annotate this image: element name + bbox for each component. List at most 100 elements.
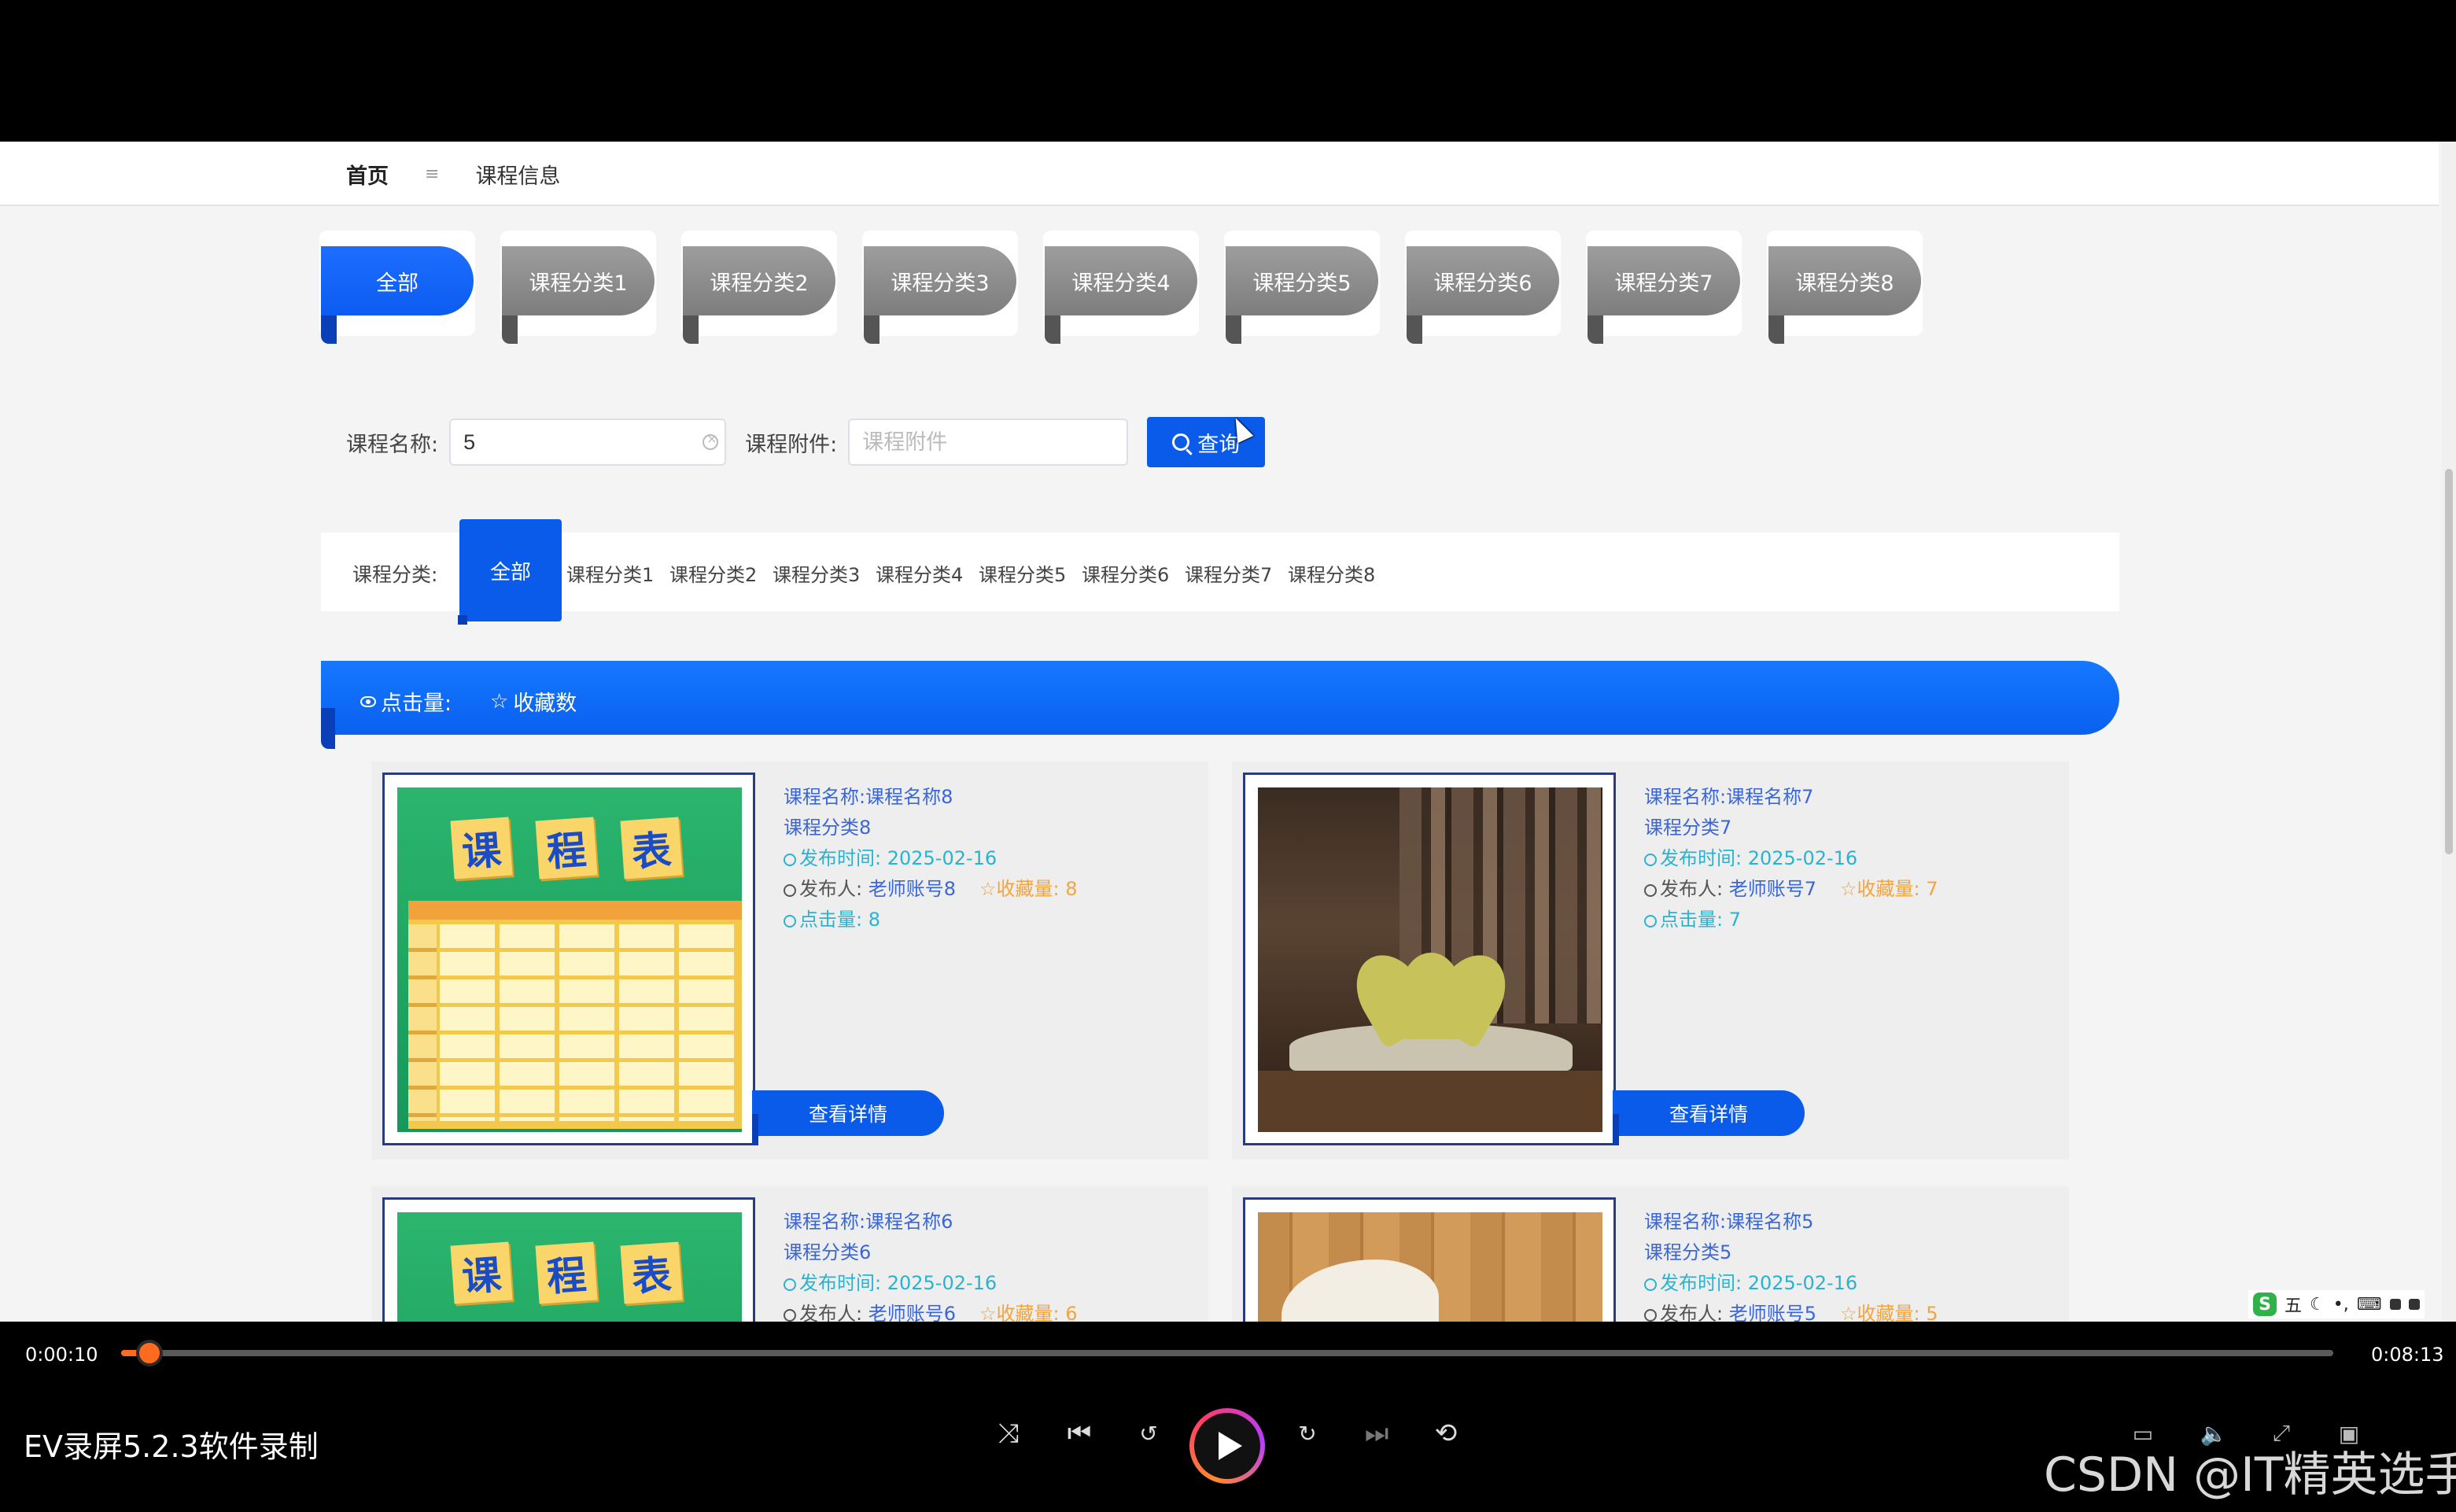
filter-label: 课程分类: <box>352 563 438 586</box>
grid-icon[interactable] <box>2408 1299 2420 1310</box>
filter-item-6[interactable]: 课程分类6 <box>1082 559 1177 587</box>
tab-label[interactable]: 课程分类6 <box>1407 246 1559 315</box>
poster-label: 发布人: <box>799 878 863 900</box>
category-tab-2[interactable]: 课程分类2 <box>681 230 837 344</box>
course-thumbnail[interactable] <box>1243 1197 1616 1322</box>
user-icon[interactable] <box>2389 1299 2401 1310</box>
progress-knob[interactable] <box>135 1340 163 1366</box>
search-row: 课程名称: 课程附件: 查询 <box>346 417 1266 467</box>
sort-by-favorites[interactable]: ☆ 收藏数 <box>490 686 577 717</box>
schedule-image: 课 程 表 <box>397 787 742 1132</box>
repeat-icon[interactable]: ⟲ <box>1429 1416 1463 1451</box>
course-category: 课程分类6 <box>784 1241 872 1263</box>
poster-name: 老师账号5 <box>1728 1303 1817 1322</box>
tab-label[interactable]: 课程分类8 <box>1768 246 1921 315</box>
category-tab-3[interactable]: 课程分类3 <box>862 230 1018 344</box>
tab-label[interactable]: 全部 <box>321 246 474 315</box>
course-thumbnail[interactable]: 课 程 表 <box>382 1197 755 1322</box>
page-scrollbar[interactable] <box>2442 142 2456 1322</box>
tab-label[interactable]: 课程分类7 <box>1588 246 1740 315</box>
course-name-field[interactable] <box>449 419 727 466</box>
scrollbar-thumb[interactable] <box>2445 469 2453 854</box>
tab-label[interactable]: 课程分类3 <box>864 246 1016 315</box>
rewind-10-icon[interactable]: ↺ <box>1131 1416 1166 1451</box>
tab-label[interactable]: 课程分类4 <box>1045 246 1197 315</box>
shuffle-icon[interactable]: ⤨ <box>991 1416 1026 1451</box>
course-category: 课程分类5 <box>1644 1241 1732 1263</box>
play-button-inner <box>1194 1413 1260 1479</box>
total-time: 0:08:13 <box>2371 1344 2444 1366</box>
keyboard-icon[interactable]: ⌨ <box>2357 1295 2382 1315</box>
category-tab-1[interactable]: 课程分类1 <box>500 230 656 344</box>
play-button[interactable] <box>1189 1408 1265 1484</box>
filter-item-1[interactable]: 课程分类1 <box>566 559 662 587</box>
category-tabs: 全部 课程分类1 课程分类2 课程分类3 课程分类4 课程分类5 课程分类6 课… <box>319 230 1923 344</box>
course-name[interactable]: 课程名称:课程名称7 <box>1644 782 1938 813</box>
breadcrumb: 首页 ≡ 课程信息 <box>346 159 560 190</box>
publish-time: 发布时间: 2025-02-16 <box>1644 843 1938 874</box>
view-details-button[interactable]: 查看详情 <box>752 1090 944 1145</box>
attachment-field[interactable] <box>848 419 1129 466</box>
course-name-input[interactable] <box>451 420 713 464</box>
poster-row: 发布人: 老师账号5 ☆收藏量: 5 <box>1644 1299 1938 1322</box>
filter-all[interactable]: 全部 <box>458 519 562 625</box>
previous-icon[interactable]: ⏮ <box>1062 1416 1097 1451</box>
poster-name: 老师账号7 <box>1728 878 1817 900</box>
course-info: 课程名称:课程名称5 课程分类5 发布时间: 2025-02-16 发布人: 老… <box>1644 1207 1938 1322</box>
punctuation-icon[interactable]: •, <box>2333 1295 2349 1315</box>
user-icon <box>1644 884 1657 897</box>
favorites-text: 收藏量: 7 <box>1857 878 1938 900</box>
course-thumbnail[interactable] <box>1243 773 1616 1145</box>
user-icon <box>784 884 796 897</box>
filter-item-2[interactable]: 课程分类2 <box>669 559 765 587</box>
filter-items: 课程分类1 课程分类2 课程分类3 课程分类4 课程分类5 课程分类6 课程分类… <box>566 559 1383 587</box>
forward-30-icon[interactable]: ↻ <box>1290 1416 1325 1451</box>
eye-icon <box>784 915 796 927</box>
views-text: 点击量: 8 <box>799 909 880 931</box>
clear-icon[interactable] <box>703 431 719 450</box>
attachment-input[interactable] <box>850 420 1112 464</box>
favorites-count: ☆收藏量: 7 <box>1840 878 1938 900</box>
category-filter: 课程分类: 全部 课程分类1 课程分类2 课程分类3 课程分类4 课程分类5 课… <box>321 519 2119 625</box>
view-details-button[interactable]: 查看详情 <box>1613 1090 1805 1145</box>
course-name[interactable]: 课程名称:课程名称6 <box>784 1207 1078 1237</box>
filter-item-8[interactable]: 课程分类8 <box>1288 559 1383 587</box>
paper-sheet <box>1281 1259 1439 1322</box>
category-tab-5[interactable]: 课程分类5 <box>1224 230 1380 344</box>
course-card: 课 程 表 课程名称:课程名称8 课程分类8 发布时间: 2025-02-16 … <box>371 762 1208 1160</box>
clock-icon <box>784 854 796 866</box>
sort-bar: 点击量: ☆ 收藏数 <box>321 661 2119 749</box>
category-tab-4[interactable]: 课程分类4 <box>1043 230 1199 344</box>
ime-mode[interactable]: 五 <box>2285 1292 2302 1317</box>
eye-icon <box>360 695 376 707</box>
browser-page: 首页 ≡ 课程信息 全部 课程分类1 课程分类2 课程分类3 课程分类4 课程分… <box>0 142 2456 1322</box>
course-name[interactable]: 课程名称:课程名称5 <box>1644 1207 1938 1237</box>
poster-row: 发布人: 老师账号6 ☆收藏量: 6 <box>784 1299 1078 1322</box>
filter-item-7[interactable]: 课程分类7 <box>1185 559 1280 587</box>
category-tab-all[interactable]: 全部 <box>319 230 475 344</box>
category-tab-8[interactable]: 课程分类8 <box>1767 230 1923 344</box>
sogou-logo-icon[interactable]: S <box>2253 1293 2277 1316</box>
filter-item-4[interactable]: 课程分类4 <box>876 559 971 587</box>
category-tab-7[interactable]: 课程分类7 <box>1586 230 1742 344</box>
video-title: EV录屏5.2.3软件录制 <box>24 1429 319 1464</box>
category-tab-6[interactable]: 课程分类6 <box>1405 230 1561 344</box>
publish-time-text: 发布时间: 2025-02-16 <box>799 1272 998 1294</box>
user-icon <box>1644 1309 1657 1322</box>
search-icon <box>1172 433 1190 451</box>
sort-by-views[interactable]: 点击量: <box>360 686 452 717</box>
next-icon[interactable]: ⏭ <box>1359 1416 1394 1451</box>
progress-bar[interactable] <box>121 1340 2333 1366</box>
course-name[interactable]: 课程名称:课程名称8 <box>784 782 1078 813</box>
tab-label[interactable]: 课程分类2 <box>683 246 835 315</box>
schedule-grid <box>408 901 742 1129</box>
tab-label[interactable]: 课程分类5 <box>1226 246 1378 315</box>
moon-icon[interactable]: ☾ <box>2310 1295 2325 1315</box>
favorites-count: ☆收藏量: 5 <box>1840 1303 1938 1322</box>
breadcrumb-home[interactable]: 首页 <box>346 159 389 190</box>
filter-item-5[interactable]: 课程分类5 <box>979 559 1074 587</box>
tab-label[interactable]: 课程分类1 <box>502 246 655 315</box>
filter-item-3[interactable]: 课程分类3 <box>773 559 868 587</box>
csdn-watermark: CSDN @IT精英选手 <box>2044 1447 2456 1503</box>
course-thumbnail[interactable]: 课 程 表 <box>382 773 755 1145</box>
